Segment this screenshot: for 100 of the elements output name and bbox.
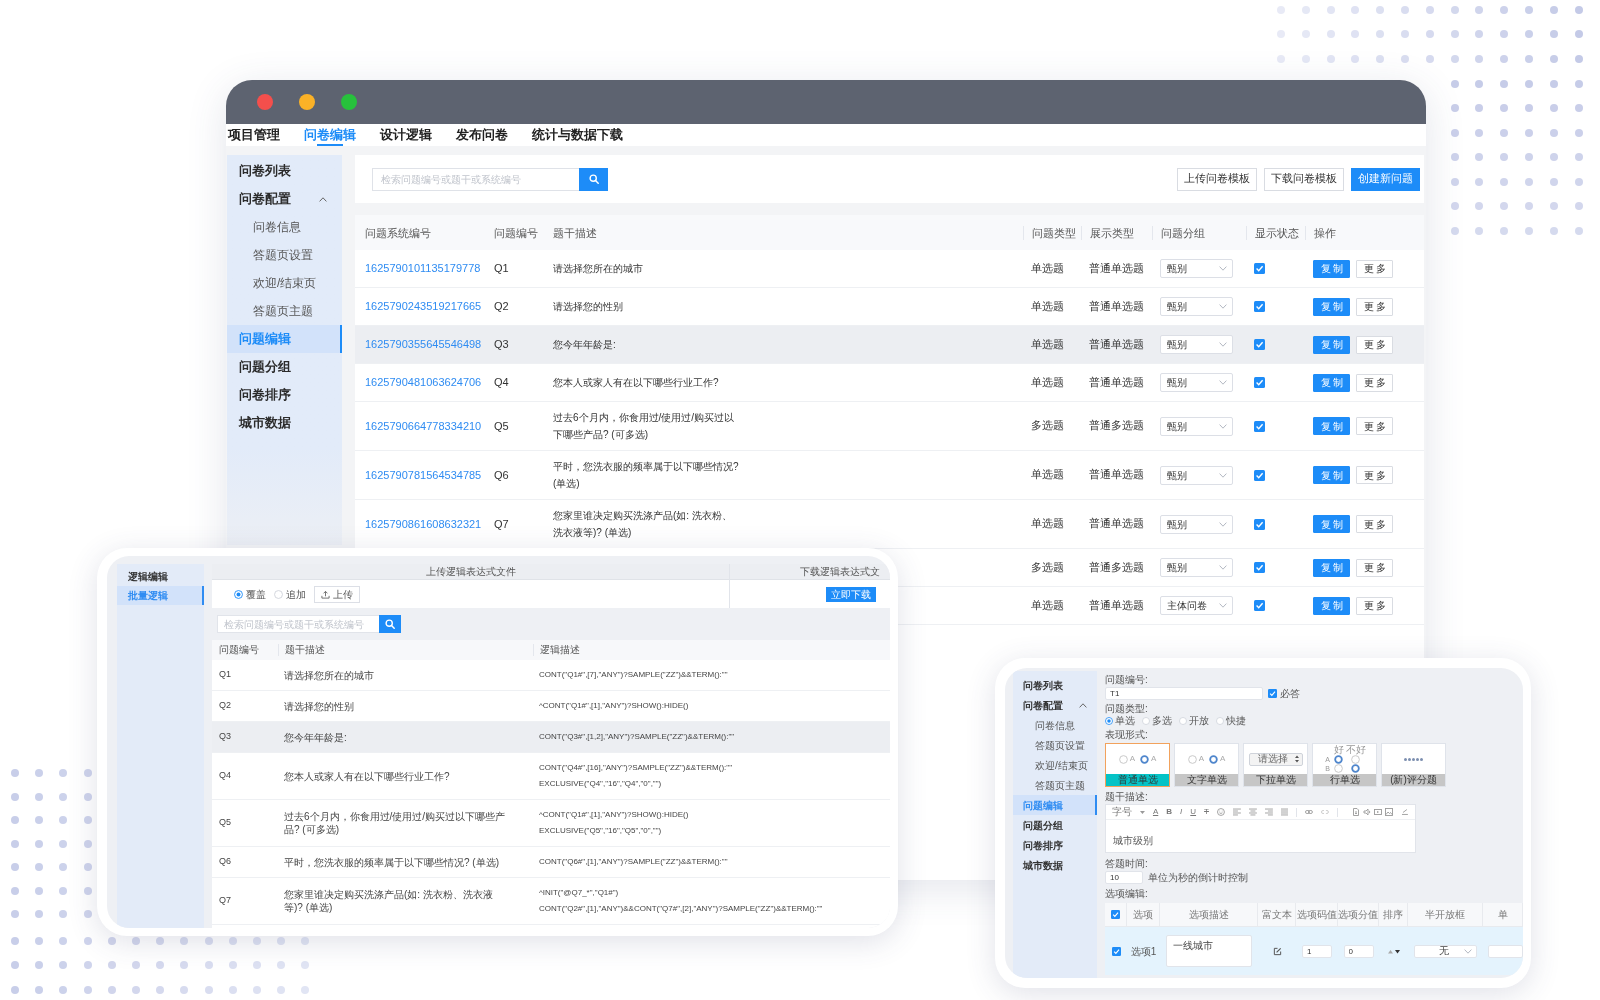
sidebar-item[interactable]: 问卷信息: [1013, 715, 1097, 735]
sidebar-item[interactable]: 答题页设置: [1013, 735, 1097, 755]
nav-tab[interactable]: 发布问卷: [456, 124, 508, 146]
question-id-link[interactable]: 1625790243519217665: [365, 298, 482, 315]
action-button[interactable]: 更多: [1356, 596, 1393, 615]
checkbox[interactable]: [1254, 301, 1265, 312]
toolbar-button[interactable]: 上传问卷模板: [1177, 167, 1257, 191]
nav-tab[interactable]: 项目管理: [228, 124, 280, 146]
clear-format-icon[interactable]: [1401, 808, 1410, 816]
action-button[interactable]: 更多: [1356, 259, 1393, 278]
search-button[interactable]: [579, 167, 608, 191]
style-option-card[interactable]: A A 普通单选: [1105, 743, 1170, 787]
strikethrough-button[interactable]: T: [1204, 806, 1209, 818]
align-center-icon[interactable]: [1248, 808, 1257, 816]
link-icon[interactable]: [1305, 808, 1314, 816]
sidebar-item[interactable]: 逻辑编辑: [117, 567, 204, 586]
question-id-link[interactable]: 1625790664778334210: [365, 417, 482, 435]
checkbox[interactable]: [1254, 339, 1265, 350]
sidebar-item[interactable]: 答题页设置: [227, 241, 342, 269]
sidebar-item[interactable]: 城市数据: [1013, 855, 1097, 875]
sidebar-item[interactable]: 问卷排序: [227, 381, 342, 409]
smiley-icon[interactable]: [1216, 808, 1225, 816]
input-field[interactable]: 10: [1105, 871, 1143, 884]
radio-button[interactable]: [1105, 716, 1113, 725]
style-option-card[interactable]: A A 文字单选: [1174, 743, 1239, 787]
group-select[interactable]: 甄别: [1160, 297, 1233, 316]
bold-button[interactable]: B: [1166, 806, 1173, 818]
font-color-button[interactable]: A: [1152, 806, 1159, 818]
rich-text-editor[interactable]: 字号 A B I U T 城市级别: [1105, 804, 1416, 853]
sort-icon[interactable]: [1387, 948, 1400, 954]
align-left-icon[interactable]: [1232, 808, 1241, 816]
checkbox[interactable]: [1254, 562, 1265, 573]
question-id-link[interactable]: 1625790861608632321: [365, 515, 482, 533]
group-select[interactable]: 甄别: [1160, 558, 1233, 577]
sidebar-item[interactable]: 问卷信息: [227, 213, 342, 241]
radio-button[interactable]: [234, 589, 243, 599]
unlink-icon[interactable]: [1321, 808, 1330, 816]
group-select[interactable]: 甄别: [1160, 373, 1233, 392]
sidebar-item[interactable]: 欢迎/结束页: [1013, 755, 1097, 775]
style-option-card[interactable]: (新)评分题: [1381, 743, 1446, 787]
input-field[interactable]: 0: [1343, 944, 1374, 958]
nav-tab[interactable]: 设计逻辑: [380, 124, 432, 146]
checkbox[interactable]: [1254, 377, 1265, 388]
group-select[interactable]: 甄别: [1160, 416, 1233, 436]
action-button[interactable]: 更多: [1356, 466, 1393, 484]
underline-button[interactable]: U: [1190, 806, 1197, 818]
question-id-link[interactable]: 1625790481063624706: [365, 374, 482, 391]
question-id-link[interactable]: 1625790101135179778: [365, 260, 481, 277]
open-box-select[interactable]: 无: [1414, 944, 1477, 958]
search-button[interactable]: [379, 615, 401, 633]
sidebar-item[interactable]: 问卷排序: [1013, 835, 1097, 855]
action-button[interactable]: 更多: [1356, 558, 1393, 577]
action-button[interactable]: 更多: [1356, 373, 1393, 392]
action-button[interactable]: 更多: [1356, 417, 1393, 435]
checkbox[interactable]: [1111, 910, 1120, 919]
sidebar-item[interactable]: 答题页主题: [1013, 775, 1097, 795]
group-select[interactable]: 甄别: [1160, 514, 1233, 534]
input-field[interactable]: 1: [1302, 944, 1332, 958]
checkbox[interactable]: [1254, 420, 1265, 432]
action-button[interactable]: 更多: [1356, 297, 1393, 316]
checkbox[interactable]: [1268, 689, 1277, 698]
upload-button[interactable]: 上传: [314, 585, 360, 603]
close-icon[interactable]: [257, 94, 273, 110]
checkbox[interactable]: [1254, 263, 1265, 274]
sidebar-item[interactable]: 问卷配置: [227, 185, 342, 213]
question-id-link[interactable]: 1625790781564534785: [365, 466, 482, 484]
checkbox[interactable]: [1254, 469, 1265, 481]
caret-icon[interactable]: [1140, 810, 1145, 814]
checkbox[interactable]: [1254, 518, 1265, 530]
group-select[interactable]: 甄别: [1160, 335, 1233, 354]
sidebar-item[interactable]: 问题分组: [1013, 815, 1097, 835]
text-area[interactable]: 一线城市: [1166, 935, 1252, 967]
image-icon[interactable]: [1385, 808, 1394, 816]
video-icon[interactable]: [1374, 808, 1383, 816]
sidebar-item[interactable]: 问卷列表: [227, 157, 342, 185]
align-right-icon[interactable]: [1264, 808, 1273, 816]
edit-icon[interactable]: [1272, 946, 1282, 956]
sidebar-item[interactable]: 问卷列表: [1013, 675, 1097, 695]
group-select[interactable]: 甄别: [1160, 259, 1233, 278]
italic-button[interactable]: I: [1180, 806, 1183, 818]
sidebar-item[interactable]: 城市数据: [227, 409, 342, 437]
sidebar-item[interactable]: 问题分组: [227, 353, 342, 381]
maximize-icon[interactable]: [341, 94, 357, 110]
minimize-icon[interactable]: [299, 94, 315, 110]
checkbox[interactable]: [1254, 600, 1265, 611]
sidebar-item[interactable]: 问卷配置: [1013, 695, 1097, 715]
action-button[interactable]: 更多: [1356, 335, 1393, 354]
sidebar-item[interactable]: 欢迎/结束页: [227, 269, 342, 297]
group-select[interactable]: 甄别: [1160, 465, 1233, 485]
file-icon[interactable]: [1352, 808, 1361, 816]
sidebar-item[interactable]: 答题页主题: [227, 297, 342, 325]
nav-tab[interactable]: 统计与数据下载: [532, 124, 623, 146]
style-option-card[interactable]: 请选择 下拉单选: [1243, 743, 1308, 787]
toolbar-button[interactable]: 下载问卷模板: [1264, 167, 1344, 191]
group-select[interactable]: 主体问卷: [1160, 596, 1233, 615]
chevron-up-icon[interactable]: [319, 196, 327, 202]
font-size-menu[interactable]: 字号: [1112, 806, 1132, 818]
action-button[interactable]: 更多: [1356, 515, 1393, 533]
checkbox[interactable]: [1111, 946, 1121, 956]
chevron-up-icon[interactable]: [1079, 702, 1087, 708]
